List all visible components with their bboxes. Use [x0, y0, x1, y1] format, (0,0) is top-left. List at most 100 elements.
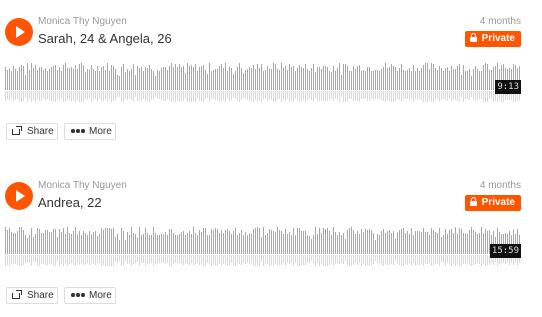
waveform-reflection-bar: [297, 91, 298, 100]
waveform-bar: [137, 238, 138, 254]
waveform-reflection-bar: [127, 255, 128, 264]
play-button[interactable]: [5, 18, 33, 46]
track-title[interactable]: Andrea, 22: [38, 195, 102, 211]
play-button[interactable]: [5, 182, 33, 210]
waveform-bar: [59, 229, 60, 254]
waveform-bar: [167, 235, 168, 254]
waveform-bar: [131, 69, 132, 90]
waveform-bar: [153, 227, 154, 254]
waveform-reflection-bar: [255, 91, 256, 100]
waveform-bar: [407, 231, 408, 254]
waveform-reflection-bar: [455, 255, 456, 266]
waveform-reflection-bar: [439, 91, 440, 101]
waveform-bar: [463, 233, 464, 254]
waveform-reflection-bar: [361, 91, 362, 99]
waveform-reflection-bar: [97, 91, 98, 101]
waveform-bar: [441, 68, 442, 90]
waveform-reflection-bar: [161, 91, 162, 100]
waveform-bar: [455, 69, 456, 90]
waveform-reflection-bar: [183, 91, 184, 101]
waveform-bar: [405, 71, 406, 90]
waveform-bar: [75, 227, 76, 254]
more-button[interactable]: More: [64, 287, 116, 304]
private-badge-label: Private: [481, 197, 515, 208]
waveform-reflection-bar: [407, 255, 408, 265]
waveform-reflection-bar: [251, 255, 252, 263]
waveform-reflection-bar: [149, 255, 150, 263]
waveform-reflection-bar: [431, 255, 432, 266]
waveform-reflection-bar: [365, 255, 366, 266]
waveform-reflection-bar: [217, 91, 218, 100]
waveform-reflection-bar: [275, 255, 276, 264]
waveform-bar: [377, 70, 378, 90]
waveform-reflection-bar: [121, 91, 122, 101]
share-button[interactable]: Share: [6, 287, 58, 304]
waveform-bar: [369, 229, 370, 254]
waveform[interactable]: 15:59: [5, 226, 521, 268]
waveform-reflection-bar: [421, 255, 422, 264]
waveform-reflection-bar: [123, 255, 124, 265]
waveform-reflection-bar: [269, 91, 270, 100]
waveform-reflection-bar: [227, 91, 228, 99]
waveform-bar: [163, 234, 164, 254]
lock-icon: [469, 197, 477, 206]
waveform-bar: [159, 235, 160, 254]
waveform-bar: [427, 63, 428, 90]
waveform-bar: [417, 68, 418, 90]
waveform-bar: [49, 232, 50, 254]
waveform-reflection-bar: [463, 255, 464, 264]
more-button[interactable]: More: [64, 123, 116, 140]
waveform-bar: [201, 232, 202, 254]
waveform-reflection-bar: [229, 91, 230, 101]
waveform-reflection-bar: [107, 255, 108, 266]
waveform-reflection-bar: [85, 91, 86, 99]
waveform-reflection-bar: [367, 255, 368, 265]
waveform-bar: [157, 70, 158, 90]
waveform-reflection-bar: [243, 91, 244, 98]
share-button[interactable]: Share: [6, 123, 58, 140]
waveform-reflection-bar: [371, 255, 372, 265]
waveform-bar: [19, 67, 20, 90]
waveform-reflection-bar: [163, 255, 164, 263]
waveform-bar: [449, 71, 450, 90]
waveform-bar: [347, 66, 348, 90]
waveform-reflection-bar: [229, 255, 230, 265]
waveform-bar: [345, 239, 346, 254]
waveform-reflection-bar: [423, 91, 424, 102]
waveform-bar: [33, 68, 34, 90]
waveform-bar: [397, 71, 398, 90]
waveform-bar: [273, 63, 274, 90]
waveform-bar: [289, 232, 290, 254]
waveform-bar: [217, 229, 218, 254]
waveform-bar: [79, 64, 80, 90]
track-username[interactable]: Monica Thy Nguyen: [38, 180, 127, 192]
waveform-bar: [235, 228, 236, 254]
waveform-reflection-bar: [33, 255, 34, 262]
waveform-bar: [363, 232, 364, 254]
waveform-reflection-bar: [15, 91, 16, 100]
waveform-reflection-bar: [429, 255, 430, 263]
waveform-reflection-bar: [191, 255, 192, 263]
waveform-bar: [105, 228, 106, 254]
waveform-reflection-bar: [27, 91, 28, 102]
waveform-reflection-bar: [131, 255, 132, 266]
track-title[interactable]: Sarah, 24 & Angela, 26: [38, 31, 172, 47]
waveform-reflection-bar: [5, 255, 6, 266]
waveform-bar: [185, 235, 186, 254]
waveform-reflection-bar: [133, 91, 134, 102]
waveform-reflection-bar: [87, 255, 88, 263]
waveform-reflection-bar: [435, 255, 436, 264]
waveform-reflection-bar: [293, 91, 294, 101]
waveform-reflection-bar: [437, 255, 438, 264]
waveform[interactable]: 9:13: [5, 62, 521, 104]
track-username[interactable]: Monica Thy Nguyen: [38, 16, 127, 28]
waveform-bar: [149, 235, 150, 254]
waveform-bar: [327, 67, 328, 90]
waveform-reflection-bar: [481, 91, 482, 99]
waveform-bar: [91, 234, 92, 254]
waveform-bar: [225, 230, 226, 254]
waveform-bar: [343, 233, 344, 254]
waveform-bar: [479, 233, 480, 254]
waveform-bar: [305, 64, 306, 90]
waveform-bar: [271, 69, 272, 90]
